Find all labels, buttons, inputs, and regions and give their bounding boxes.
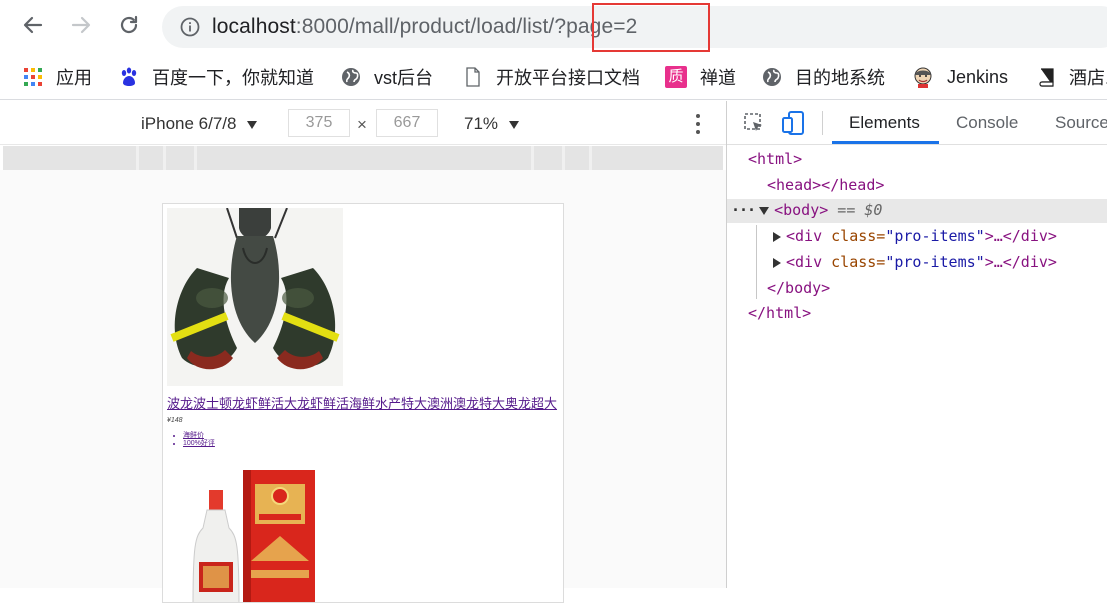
url-text[interactable]: localhost:8000/mall/product/load/list/?p… xyxy=(212,15,637,39)
tag-text: <head></head> xyxy=(767,176,885,194)
bookmark-label: 百度一下，你就知道 xyxy=(152,68,314,88)
document-icon xyxy=(466,67,480,87)
toolbar-divider xyxy=(822,111,823,135)
tag-text: </body> xyxy=(767,279,831,297)
product-image-liquor[interactable] xyxy=(189,466,319,603)
browser-toolbar: localhost:8000/mall/product/load/list/?p… xyxy=(0,0,1107,56)
ruler-segment[interactable] xyxy=(197,146,531,170)
inspect-element-icon[interactable] xyxy=(743,112,765,134)
tree-guide-line xyxy=(756,225,757,299)
bookmarks-bar: 应用 百度一下，你就知道 vst后台 开放平台接口文档 质 禅道 目的地系统 J… xyxy=(0,56,1107,100)
attr-name: class= xyxy=(822,227,886,245)
apps-grid-icon xyxy=(24,68,42,86)
tag-text: <div xyxy=(786,253,823,271)
reload-icon xyxy=(120,15,138,34)
bookmark-zentao[interactable]: 质 禅道 xyxy=(665,65,736,89)
bookmark-label: 酒店... xyxy=(1069,68,1107,88)
dom-node-head[interactable]: <head></head> xyxy=(767,173,884,198)
device-toolbar: iPhone 6/7/8 375 × 667 71% xyxy=(0,101,726,145)
ruler-segment[interactable] xyxy=(565,146,589,170)
devtools-panel: Elements Console Sources <html> <head></… xyxy=(726,101,1107,588)
devtools-tabbar: Elements Console Sources xyxy=(727,101,1107,145)
caret-down-icon xyxy=(247,120,258,129)
bookmark-apps[interactable]: 应用 xyxy=(23,65,92,89)
tag-text: <div xyxy=(786,227,823,245)
bookmark-hotel[interactable]: 酒店... xyxy=(1036,65,1107,89)
ruler-segment[interactable] xyxy=(139,146,163,170)
active-tab-indicator xyxy=(832,141,939,144)
device-name: iPhone 6/7/8 xyxy=(141,114,237,133)
list-item[interactable]: 海鲜价 xyxy=(183,432,215,440)
attr-name: class= xyxy=(822,253,886,271)
bookmark-baidu[interactable]: 百度一下，你就知道 xyxy=(119,65,314,89)
reload-button[interactable] xyxy=(114,10,144,40)
tab-sources[interactable]: Sources xyxy=(1055,113,1107,133)
list-item[interactable]: 100%好评 xyxy=(183,440,215,448)
bookmark-jenkins[interactable]: Jenkins xyxy=(912,65,1008,89)
attr-value: "pro-items" xyxy=(885,253,985,271)
bookmark-label: 目的地系统 xyxy=(795,68,885,88)
expand-triangle-icon[interactable] xyxy=(773,231,781,242)
bookmark-label: vst后台 xyxy=(374,68,434,88)
dom-node-div[interactable]: <div class="pro-items">…</div> xyxy=(773,224,1057,249)
device-toggle-icon[interactable] xyxy=(782,110,806,136)
ruler-segment[interactable] xyxy=(166,146,194,170)
product-image-lobster[interactable] xyxy=(167,208,343,386)
tag-text: </html> xyxy=(748,304,812,322)
forward-button[interactable] xyxy=(66,10,96,40)
product-tags-list: 海鲜价 100%好评 xyxy=(177,432,215,448)
dom-node-div[interactable]: <div class="pro-items">…</div> xyxy=(773,250,1057,275)
globe-icon xyxy=(763,68,781,86)
dom-node-body[interactable]: ··· <body> == $0 xyxy=(731,198,882,223)
highlight-box xyxy=(592,3,710,52)
ruler-segment[interactable] xyxy=(534,146,562,170)
collapse-triangle-icon[interactable] xyxy=(759,206,770,215)
emulated-page: 波龙波士顿龙虾鲜活大龙虾鲜活海鲜水产特大澳洲澳龙特大奥龙超大 ¥148 海鲜价 … xyxy=(162,203,564,603)
caret-down-icon xyxy=(508,120,519,129)
bookmark-label: Jenkins xyxy=(947,66,1009,87)
url-path: :8000/mall/product/load/list/?page=2 xyxy=(295,15,638,38)
bookmark-destination[interactable]: 目的地系统 xyxy=(762,65,885,89)
tag-text: <html> xyxy=(748,150,803,168)
attr-value: "pro-items" xyxy=(885,227,985,245)
book-icon xyxy=(1039,68,1054,87)
bookmark-label: 禅道 xyxy=(700,68,736,88)
tab-console[interactable]: Console xyxy=(956,113,1018,133)
tag-text: >…</div> xyxy=(984,253,1057,271)
globe-icon xyxy=(342,68,360,86)
baidu-paw-icon xyxy=(121,67,137,86)
bookmark-label: 应用 xyxy=(56,68,92,88)
expand-triangle-icon[interactable] xyxy=(773,257,781,268)
zentao-icon: 质 xyxy=(665,66,687,88)
info-icon[interactable] xyxy=(180,17,200,37)
ruler-segment[interactable] xyxy=(3,146,136,170)
selected-marker: == $0 xyxy=(828,201,883,219)
ellipsis-icon: ··· xyxy=(731,201,756,219)
arrow-left-icon xyxy=(23,16,43,34)
back-button[interactable] xyxy=(18,10,48,40)
zoom-value: 71% xyxy=(464,114,499,133)
bookmark-api-docs[interactable]: 开放平台接口文档 xyxy=(463,65,640,89)
width-input[interactable]: 375 xyxy=(288,109,350,137)
tag-text: <body> xyxy=(774,201,829,219)
more-options-icon[interactable] xyxy=(690,111,706,137)
times-sign: × xyxy=(357,115,367,134)
device-select[interactable]: iPhone 6/7/8 xyxy=(141,114,258,134)
dom-node-html-close[interactable]: </html> xyxy=(748,301,811,326)
url-host: localhost xyxy=(212,15,296,38)
bookmark-vst[interactable]: vst后台 xyxy=(341,65,433,89)
arrow-right-icon xyxy=(71,16,91,34)
dom-node-html[interactable]: <html> xyxy=(748,147,802,172)
jenkins-icon xyxy=(914,67,932,88)
product-price: ¥148 xyxy=(167,417,183,424)
ruler-segment[interactable] xyxy=(592,146,723,170)
zoom-select[interactable]: 71% xyxy=(464,114,519,134)
bookmark-label: 开放平台接口文档 xyxy=(496,68,640,88)
product-title-link[interactable]: 波龙波士顿龙虾鲜活大龙虾鲜活海鲜水产特大澳洲澳龙特大奥龙超大 xyxy=(167,393,557,412)
dom-node-body-close[interactable]: </body> xyxy=(767,276,830,301)
media-query-ruler[interactable] xyxy=(3,146,723,170)
height-input[interactable]: 667 xyxy=(376,109,438,137)
tag-text: >…</div> xyxy=(984,227,1057,245)
tab-elements[interactable]: Elements xyxy=(849,113,920,133)
